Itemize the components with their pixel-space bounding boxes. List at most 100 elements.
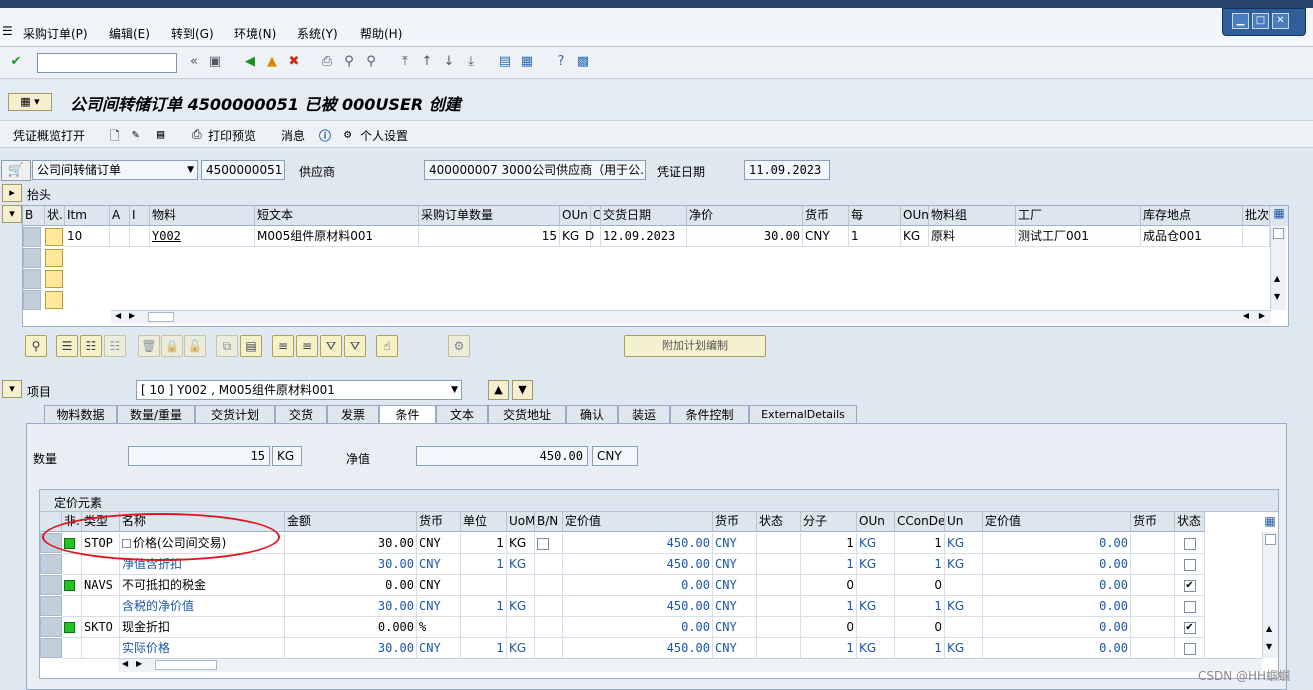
condition-value2[interactable]: 0.00 bbox=[983, 554, 1131, 575]
condition-bn[interactable] bbox=[535, 596, 563, 617]
condition-currency[interactable]: CNY bbox=[417, 638, 461, 659]
condition-status-light[interactable] bbox=[62, 617, 82, 638]
scroll-thumb[interactable] bbox=[155, 660, 217, 670]
condition-value2[interactable]: 0.00 bbox=[983, 533, 1131, 554]
condition-amount[interactable]: 30.00 bbox=[285, 596, 417, 617]
tab-confirmations[interactable]: 确认 bbox=[566, 405, 618, 424]
quantity-field[interactable]: 15 bbox=[128, 446, 270, 466]
document-overview-button[interactable]: 凭证概览打开 bbox=[13, 127, 85, 144]
collapse-item-detail-icon[interactable]: ▾ bbox=[2, 380, 22, 398]
condition-status-light[interactable] bbox=[62, 596, 82, 617]
doc-type-select[interactable]: 公司间转储订单 ▼ bbox=[32, 160, 198, 180]
condition-numerator[interactable]: 0 bbox=[801, 617, 857, 638]
find-icon[interactable]: ⚲ bbox=[340, 53, 358, 71]
condition-oun[interactable]: KG bbox=[857, 638, 895, 659]
sort-desc-icon[interactable]: ≡ bbox=[296, 335, 318, 357]
material-group-cell[interactable]: 原料 bbox=[929, 226, 1016, 247]
condition-name[interactable]: 含税的净价值 bbox=[120, 596, 285, 617]
condition-status2[interactable] bbox=[1175, 638, 1205, 659]
sort-icon[interactable]: ≡ bbox=[272, 335, 294, 357]
select-block-icon[interactable]: ☷ bbox=[80, 335, 102, 357]
scroll-right-icon[interactable]: ▶ bbox=[136, 659, 142, 668]
condition-cconde[interactable]: 0 bbox=[895, 617, 945, 638]
quantity-unit-field[interactable]: KG bbox=[272, 446, 302, 466]
status-checkbox[interactable]: ✔ bbox=[1183, 621, 1196, 634]
tab-delivery[interactable]: 交货 bbox=[275, 405, 327, 424]
close-window-icon[interactable]: ✕ bbox=[1272, 13, 1289, 29]
condition-pricing-unit[interactable]: 1 bbox=[461, 554, 507, 575]
batch-cell[interactable] bbox=[1243, 226, 1270, 247]
condition-value-currency[interactable]: CNY bbox=[713, 533, 757, 554]
condition-uom[interactable] bbox=[507, 617, 535, 638]
condition-currency[interactable]: % bbox=[417, 617, 461, 638]
condition-value[interactable]: 450.00 bbox=[563, 638, 713, 659]
condition-un[interactable] bbox=[945, 575, 983, 596]
short-text-cell[interactable]: M005组件原材料001 bbox=[255, 226, 419, 247]
scroll-up-icon[interactable]: ▲ bbox=[1274, 274, 1280, 283]
row-selector[interactable] bbox=[23, 248, 41, 268]
pricing-settings-icon[interactable]: ▦ bbox=[1262, 514, 1278, 530]
condition-status2[interactable]: ✔ bbox=[1175, 575, 1205, 596]
menu-purchase-order[interactable]: 采购订单(P) bbox=[23, 25, 88, 42]
condition-value-currency[interactable]: CNY bbox=[713, 638, 757, 659]
status-checkbox[interactable] bbox=[1183, 642, 1196, 655]
scroll-left-icon[interactable]: ◀ bbox=[122, 659, 128, 668]
item-details-icon[interactable]: ⚲ bbox=[25, 335, 47, 357]
condition-pricing-unit[interactable]: 1 bbox=[461, 533, 507, 554]
status-field[interactable] bbox=[45, 270, 63, 288]
condition-value[interactable]: 450.00 bbox=[563, 554, 713, 575]
condition-name[interactable]: 实际价格 bbox=[120, 638, 285, 659]
menu-system[interactable]: 系统(Y) bbox=[297, 25, 338, 42]
display-change-icon[interactable]: ✎ bbox=[132, 127, 139, 141]
condition-type[interactable] bbox=[82, 596, 120, 617]
copy-icon[interactable]: ⧉ bbox=[216, 335, 238, 357]
condition-status2[interactable]: ✔ bbox=[1175, 617, 1205, 638]
scroll-right-end-icon[interactable]: ▶ bbox=[1259, 311, 1265, 320]
other-document-icon[interactable]: ▤ bbox=[157, 127, 164, 141]
menu-goto[interactable]: 转到(G) bbox=[171, 25, 214, 42]
condition-bn[interactable] bbox=[535, 638, 563, 659]
chevron-down-icon[interactable]: ▼ bbox=[187, 161, 194, 179]
item-i-cell[interactable] bbox=[130, 226, 150, 247]
currency-cell[interactable]: CNY bbox=[803, 226, 849, 247]
scroll-left-end-icon[interactable]: ◀ bbox=[1243, 311, 1249, 320]
condition-cconde[interactable]: 1 bbox=[895, 533, 945, 554]
menu-icon[interactable]: ☰ bbox=[2, 24, 13, 38]
status-checkbox[interactable] bbox=[1183, 537, 1196, 550]
bn-checkbox[interactable] bbox=[537, 537, 549, 550]
status-field[interactable] bbox=[45, 291, 63, 309]
condition-un[interactable] bbox=[945, 617, 983, 638]
select-all-icon[interactable]: ☰ bbox=[56, 335, 78, 357]
tab-external-details[interactable]: ExternalDetails bbox=[749, 405, 857, 424]
menu-help[interactable]: 帮助(H) bbox=[360, 25, 402, 42]
menu-edit[interactable]: 编辑(E) bbox=[109, 25, 150, 42]
cart-icon[interactable]: 🛒 bbox=[1, 160, 31, 181]
item-category-cell[interactable] bbox=[110, 226, 130, 247]
condition-currency[interactable]: CNY bbox=[417, 554, 461, 575]
status-checkbox[interactable] bbox=[1183, 600, 1196, 613]
scroll-left-icon[interactable]: ◀ bbox=[115, 311, 121, 320]
condition-currency2[interactable] bbox=[1131, 596, 1175, 617]
condition-numerator[interactable]: 1 bbox=[801, 554, 857, 575]
tab-material-data[interactable]: 物料数据 bbox=[44, 405, 117, 424]
material-link[interactable]: Y002 bbox=[150, 226, 255, 247]
condition-bn[interactable] bbox=[535, 575, 563, 596]
help-icon[interactable]: ? bbox=[552, 53, 570, 71]
tab-conditions[interactable]: 条件 bbox=[379, 405, 436, 425]
pricing-vertical-scrollbar[interactable]: ▲ ▼ bbox=[1262, 532, 1278, 658]
collapse-icon[interactable]: « bbox=[185, 53, 203, 71]
print-icon[interactable]: ⎙ bbox=[318, 53, 336, 71]
condition-type[interactable]: NAVS bbox=[82, 575, 120, 596]
condition-cconde[interactable]: 1 bbox=[895, 554, 945, 575]
condition-pricing-unit[interactable] bbox=[461, 575, 507, 596]
condition-value2[interactable]: 0.00 bbox=[983, 575, 1131, 596]
scroll-right-icon[interactable]: ▶ bbox=[129, 311, 135, 320]
condition-uom[interactable] bbox=[507, 575, 535, 596]
row-selector[interactable] bbox=[23, 227, 41, 247]
last-page-icon[interactable]: ⤓ bbox=[462, 53, 480, 71]
item-number[interactable]: 10 bbox=[65, 226, 110, 247]
status-field[interactable] bbox=[45, 228, 63, 246]
condition-value-currency[interactable]: CNY bbox=[713, 575, 757, 596]
condition-amount[interactable]: 30.00 bbox=[285, 554, 417, 575]
c-cell[interactable]: D bbox=[583, 226, 601, 247]
